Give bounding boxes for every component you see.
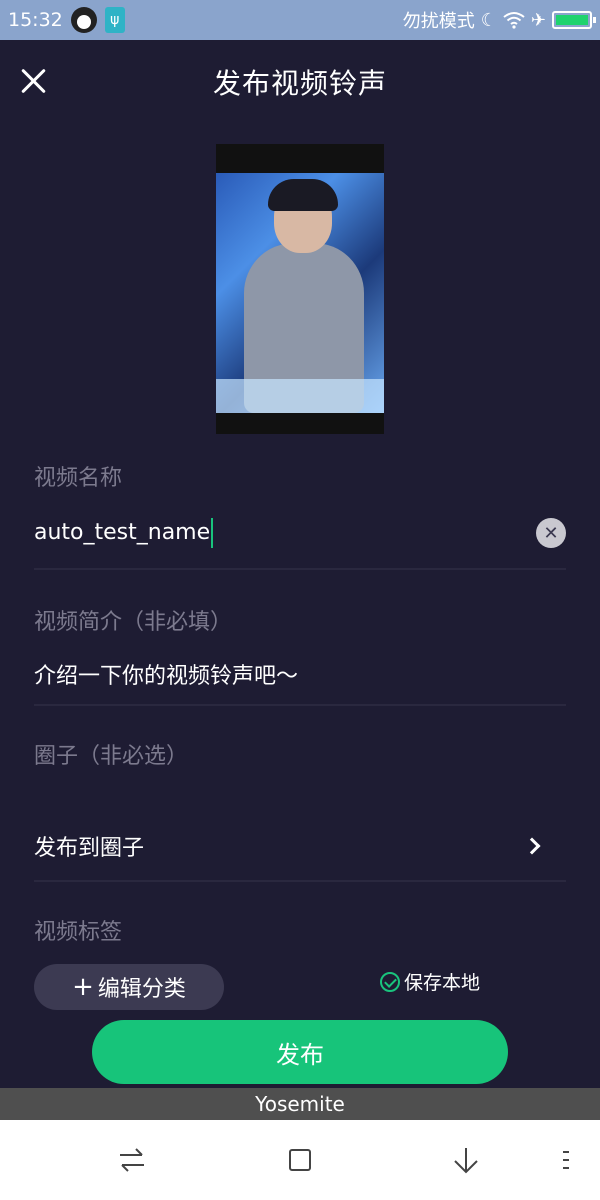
publish-button[interactable]: 发布 (92, 1020, 508, 1084)
edit-category-button[interactable]: + 编辑分类 (34, 964, 224, 1010)
airplane-icon: ✈ (530, 9, 546, 31)
save-local-toggle[interactable]: 保存本地 (380, 968, 480, 995)
down-icon[interactable] (446, 1144, 486, 1176)
circle-label: 圈子（非必选） (34, 744, 189, 769)
video-thumbnail[interactable] (216, 144, 384, 434)
status-time: 15:32 (8, 9, 63, 31)
dnd-mode-text: 勿扰模式 (402, 11, 475, 32)
video-name-input[interactable]: auto_test_name (34, 518, 214, 548)
wifi-icon (503, 12, 525, 29)
publish-to-circle-row[interactable]: 发布到圈子 (34, 826, 566, 866)
square-icon[interactable] (280, 1144, 320, 1176)
header: 发布视频铃声 (0, 40, 600, 124)
divider (34, 880, 566, 882)
publish-to-circle-label: 发布到圈子 (34, 836, 145, 861)
video-desc-input[interactable]: 介绍一下你的视频铃声吧～ (34, 658, 298, 690)
video-name-label: 视频名称 (34, 466, 123, 491)
qq-icon (70, 7, 97, 33)
clear-icon[interactable]: ✕ (536, 518, 566, 548)
battery-icon (552, 11, 596, 29)
check-icon (380, 971, 400, 992)
edit-category-label: 编辑分类 (97, 977, 186, 1002)
plus-icon: + (72, 972, 94, 1002)
battery-fill (556, 15, 588, 25)
menu-icon[interactable] (546, 1144, 586, 1176)
page-title: 发布视频铃声 (212, 67, 387, 100)
video-tags-label: 视频标签 (34, 920, 123, 945)
chevron-right-icon (523, 837, 541, 855)
keyboard-bar: Yosemite (0, 1088, 600, 1120)
thumbnail-hair (268, 179, 338, 211)
moon-icon: ☾ (480, 9, 497, 31)
status-bar: 15:32 ψ 勿扰模式 ☾ ✈ (0, 0, 600, 40)
keyboard-name: Yosemite (255, 1092, 345, 1116)
switch-icon[interactable] (112, 1144, 152, 1176)
thumbnail-desk (216, 379, 384, 413)
thumbnail-image (216, 173, 384, 413)
status-left: 15:32 ψ (8, 7, 125, 33)
text-cursor (211, 518, 214, 548)
save-local-label: 保存本地 (404, 972, 481, 994)
close-icon[interactable] (18, 66, 48, 96)
divider (34, 568, 566, 570)
status-right: 勿扰模式 ☾ ✈ (402, 7, 596, 33)
divider (34, 704, 566, 706)
video-desc-label: 视频简介（非必填） (34, 610, 233, 635)
nav-bar (0, 1120, 600, 1200)
usb-icon: ψ (104, 7, 125, 33)
video-name-value: auto_test_name (34, 520, 211, 545)
